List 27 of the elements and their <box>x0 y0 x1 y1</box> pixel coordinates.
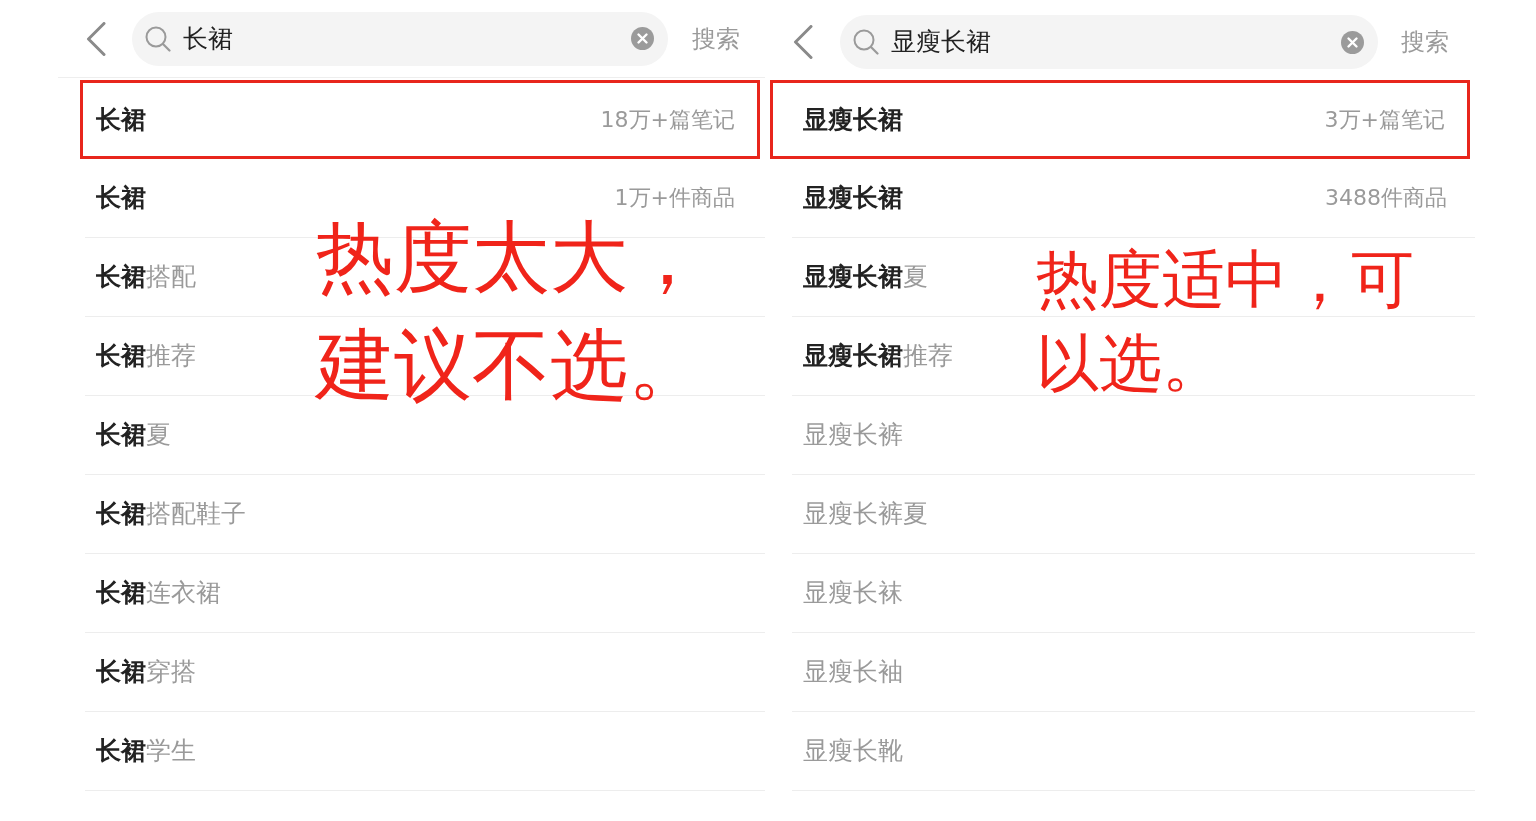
suggestion-text[interactable]: 长裙搭配鞋子 <box>96 498 246 530</box>
result-count: 3488件商品 <box>1325 184 1447 212</box>
search-field[interactable]: 长裙 <box>132 11 668 66</box>
suggestion-text[interactable]: 显瘦长裙 <box>803 182 903 214</box>
suggestion-text[interactable]: 长裙连衣裙 <box>96 577 221 609</box>
clear-icon[interactable] <box>631 27 654 50</box>
clear-icon[interactable] <box>1341 30 1364 54</box>
suggestion-text[interactable]: 长裙推荐 <box>96 340 196 372</box>
search-field[interactable]: 显瘦长裙 <box>840 15 1378 69</box>
suggestion-text[interactable]: 长裙 <box>96 103 146 136</box>
suggestion-text[interactable]: 长裙学生 <box>96 735 196 767</box>
suggestion-text[interactable]: 长裙 <box>96 182 146 214</box>
result-count: 1万+件商品 <box>614 184 735 212</box>
suggestion-text[interactable]: 显瘦长裙夏 <box>803 261 928 293</box>
result-count: 3万+篇笔记 <box>1324 105 1445 134</box>
suggestion-text[interactable]: 显瘦长裙 <box>803 103 903 136</box>
back-icon[interactable] <box>86 21 106 56</box>
back-icon[interactable] <box>793 25 813 59</box>
search-icon <box>853 29 879 55</box>
annotation-text: 热度适中，可以选。 <box>1036 242 1415 402</box>
suggestion-text[interactable]: 长裙穿搭 <box>96 656 196 688</box>
suggestion-text[interactable]: 长裙夏 <box>96 419 171 451</box>
search-icon <box>145 25 171 52</box>
annotation-text: 热度太大，建议不选。 <box>316 211 707 412</box>
suggestion-text[interactable]: 显瘦长裙推荐 <box>803 340 953 372</box>
suggestion-text[interactable]: 长裙搭配 <box>96 261 196 293</box>
result-count: 18万+篇笔记 <box>600 105 735 134</box>
